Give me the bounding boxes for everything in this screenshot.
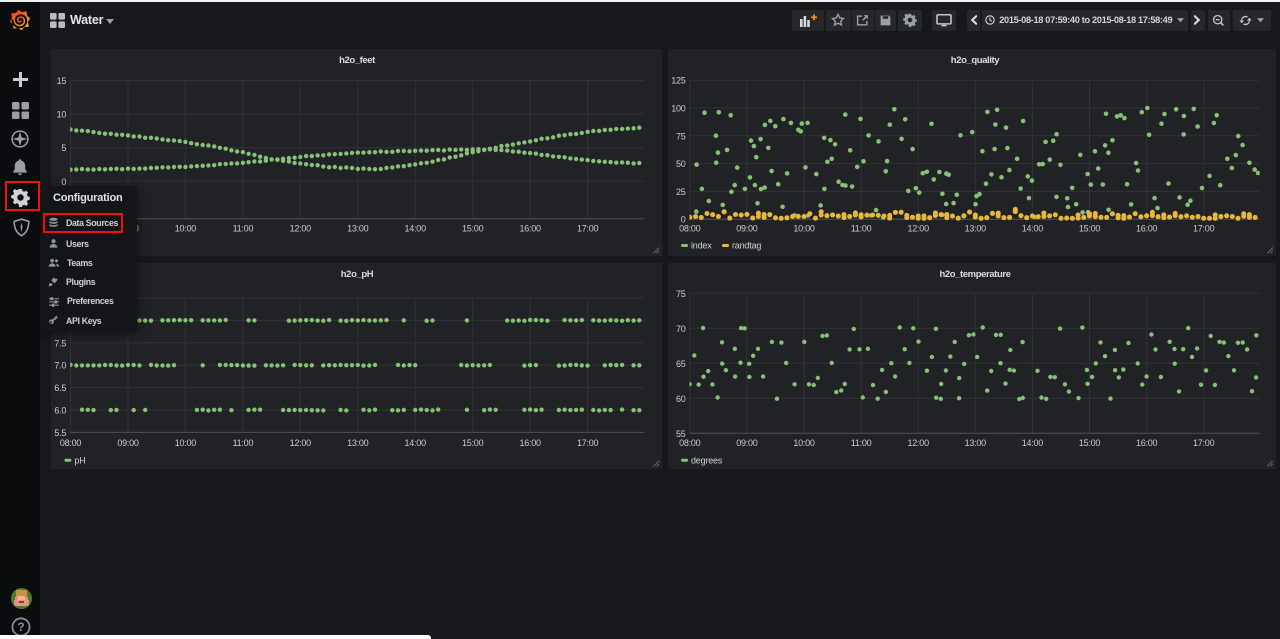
- svg-text:08:00: 08:00: [679, 223, 701, 233]
- svg-text:10:00: 10:00: [793, 223, 815, 233]
- svg-text:08:00: 08:00: [59, 437, 81, 447]
- svg-text:60: 60: [676, 393, 686, 403]
- svg-text:h2o_quality: h2o_quality: [951, 55, 1001, 66]
- svg-text:10:00: 10:00: [174, 437, 196, 447]
- svg-text:11:00: 11:00: [851, 223, 872, 233]
- svg-text:randtag: randtag: [732, 240, 761, 250]
- svg-text:index: index: [691, 240, 712, 250]
- svg-text:pH: pH: [74, 455, 85, 465]
- svg-text:13:00: 13:00: [347, 223, 369, 233]
- svg-text:08:00: 08:00: [679, 437, 701, 447]
- svg-text:09:00: 09:00: [736, 437, 758, 447]
- svg-text:12:00: 12:00: [908, 223, 930, 233]
- svg-text:14:00: 14:00: [404, 223, 426, 233]
- svg-text:6.0: 6.0: [54, 405, 66, 415]
- svg-text:14:00: 14:00: [404, 437, 426, 447]
- svg-text:15:00: 15:00: [462, 437, 484, 447]
- svg-text:16:00: 16:00: [519, 223, 541, 233]
- svg-text:7.5: 7.5: [54, 338, 66, 348]
- svg-text:12:00: 12:00: [289, 437, 311, 447]
- svg-text:15:00: 15:00: [1079, 437, 1101, 447]
- svg-text:7.0: 7.0: [54, 360, 66, 370]
- svg-text:11:00: 11:00: [232, 223, 253, 233]
- svg-text:09:00: 09:00: [117, 437, 139, 447]
- svg-text:11:00: 11:00: [851, 437, 872, 447]
- svg-text:15:00: 15:00: [462, 223, 484, 233]
- svg-text:16:00: 16:00: [519, 437, 541, 447]
- svg-text:h2o_pH: h2o_pH: [340, 269, 373, 280]
- svg-text:14:00: 14:00: [1022, 223, 1044, 233]
- svg-text:13:00: 13:00: [965, 437, 987, 447]
- svg-text:11:00: 11:00: [232, 437, 253, 447]
- svg-text:13:00: 13:00: [965, 223, 987, 233]
- svg-text:degrees: degrees: [691, 455, 723, 465]
- svg-text:17:00: 17:00: [1193, 223, 1215, 233]
- svg-text:13:00: 13:00: [347, 437, 369, 447]
- svg-text:65: 65: [676, 358, 686, 368]
- svg-text:15: 15: [56, 76, 66, 86]
- svg-text:100: 100: [671, 103, 686, 113]
- svg-text:12:00: 12:00: [908, 437, 930, 447]
- svg-text:50: 50: [676, 159, 686, 169]
- svg-text:16:00: 16:00: [1136, 437, 1158, 447]
- svg-text:17:00: 17:00: [577, 437, 599, 447]
- svg-text:5.5: 5.5: [54, 427, 66, 437]
- svg-text:75: 75: [676, 288, 686, 298]
- svg-text:17:00: 17:00: [577, 223, 599, 233]
- svg-text:6.5: 6.5: [54, 383, 66, 393]
- svg-text:10:00: 10:00: [793, 437, 815, 447]
- svg-text:16:00: 16:00: [1136, 223, 1158, 233]
- svg-text:12:00: 12:00: [289, 223, 311, 233]
- svg-text:10:00: 10:00: [174, 223, 196, 233]
- svg-text:14:00: 14:00: [1022, 437, 1044, 447]
- svg-text:h2o_feet: h2o_feet: [339, 55, 376, 66]
- svg-text:09:00: 09:00: [736, 223, 758, 233]
- svg-text:17:00: 17:00: [1193, 437, 1215, 447]
- svg-text:75: 75: [676, 131, 686, 141]
- svg-text:25: 25: [676, 187, 686, 197]
- svg-text:125: 125: [671, 75, 686, 85]
- svg-text:10: 10: [56, 109, 66, 119]
- svg-text:?: ?: [17, 622, 24, 634]
- svg-text:70: 70: [676, 323, 686, 333]
- svg-text:5: 5: [61, 143, 66, 153]
- svg-text:15:00: 15:00: [1079, 223, 1101, 233]
- svg-text:h2o_temperature: h2o_temperature: [939, 269, 1010, 280]
